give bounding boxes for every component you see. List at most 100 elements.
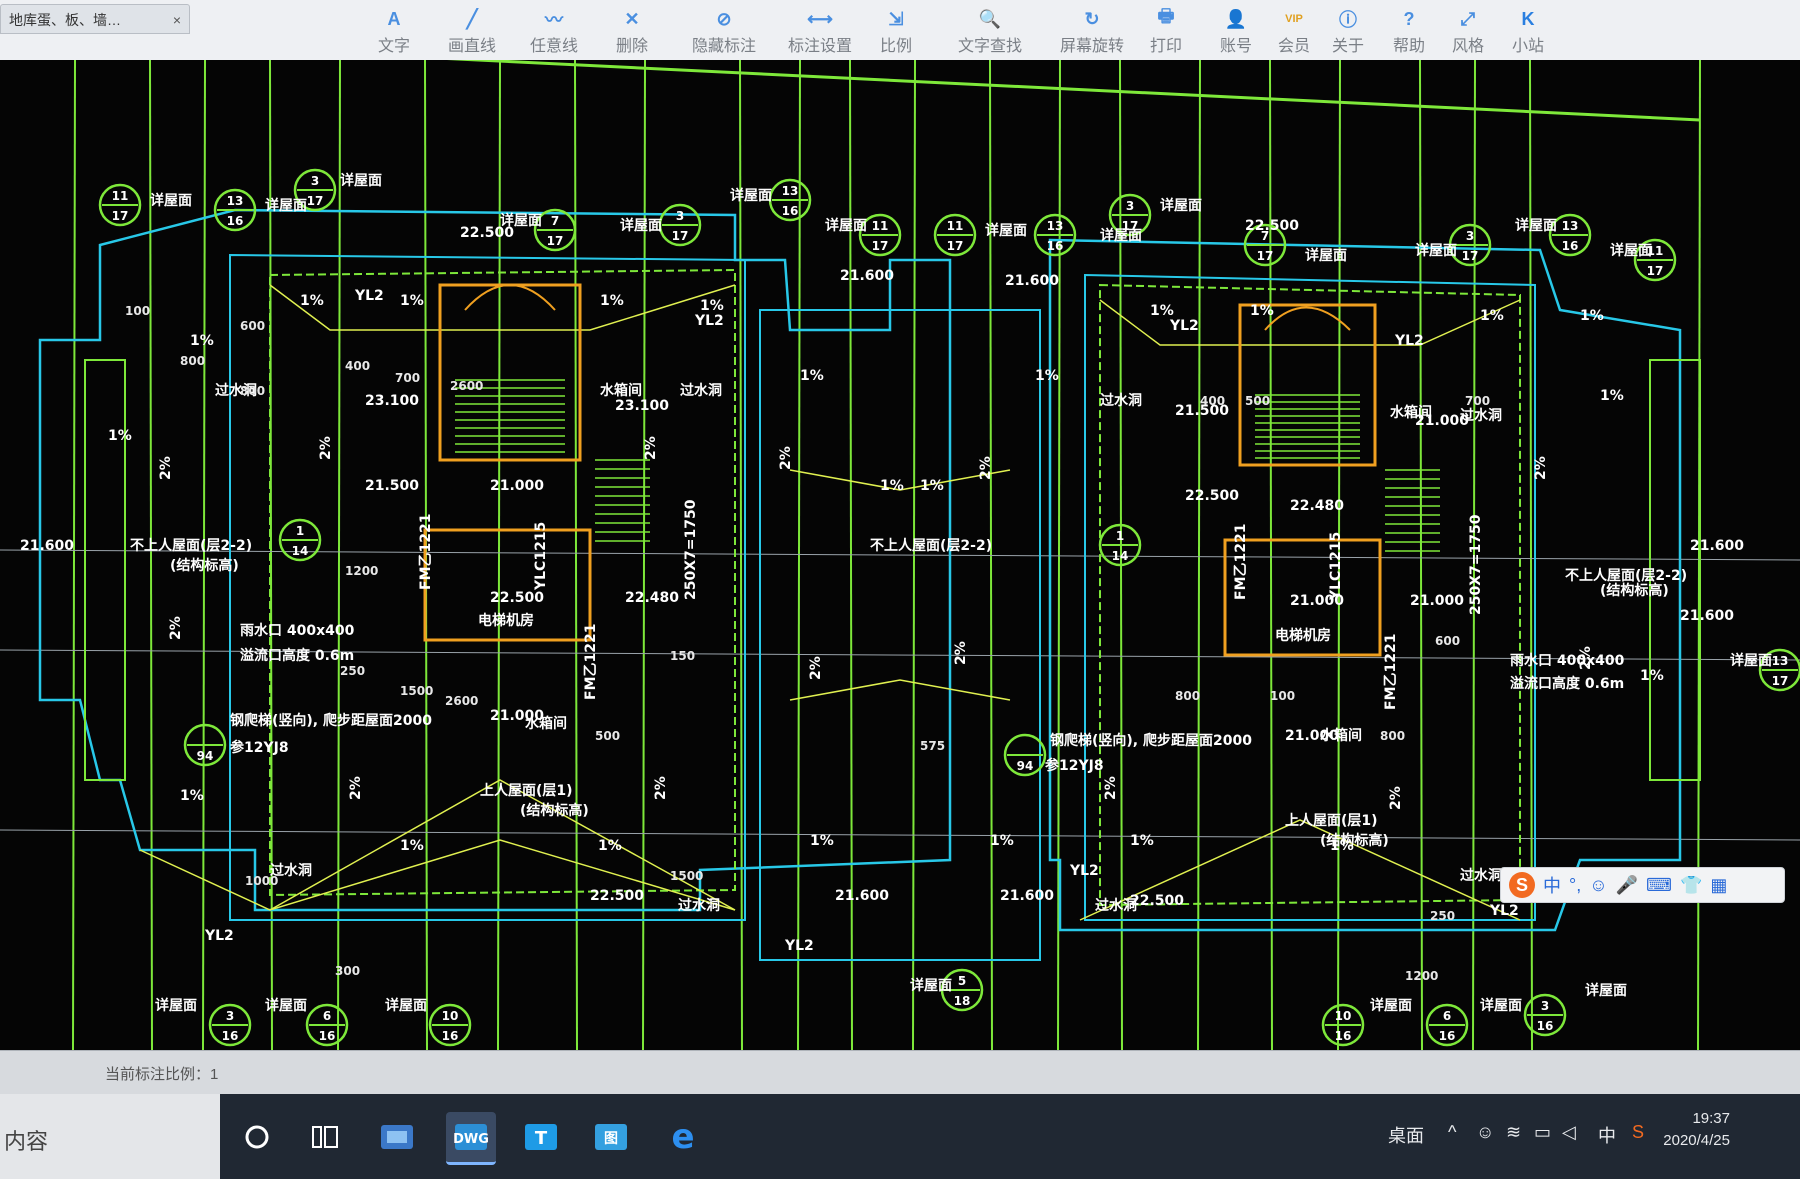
dimension-label: 300: [335, 964, 360, 978]
clock-date: 2020/4/25: [1663, 1132, 1730, 1149]
toolbar-button-print[interactable]: 🖶 打印: [1150, 0, 1182, 56]
tray-ime-language[interactable]: 中: [1598, 1122, 1616, 1148]
cad-viewer-app-icon[interactable]: DWG: [446, 1112, 496, 1165]
dimension-label: 2600: [445, 694, 478, 708]
clock[interactable]: 19:37 2020/4/25: [1663, 1108, 1730, 1152]
toolbar-button-label: 帮助: [1393, 38, 1426, 55]
slope-label: 1%: [400, 293, 424, 309]
drawing-label: 详屋面: [340, 172, 382, 189]
drawing-label: (结构标高): [520, 802, 589, 819]
detail-callout: 316: [208, 1003, 252, 1047]
slope-label: 2%: [953, 641, 969, 665]
stair-arch-left: [464, 284, 556, 311]
edge-browser-icon[interactable]: e: [658, 1112, 708, 1162]
help-icon: ?: [1403, 8, 1415, 29]
slope-label: 2%: [348, 776, 364, 800]
slope-label: 1%: [190, 333, 214, 349]
desktop-label[interactable]: 桌面: [1388, 1122, 1424, 1148]
callout-number: 3: [226, 1009, 234, 1023]
elevation-label: 22.500: [1130, 893, 1184, 909]
elevation-label: 21.600: [835, 888, 889, 904]
toolbar-button-polyline[interactable]: 〰任意线: [530, 0, 578, 56]
sogou-tray-icon[interactable]: S: [1632, 1122, 1644, 1143]
emoji-icon[interactable]: ☺: [1589, 875, 1607, 896]
dimension-label: 400: [345, 359, 370, 373]
delete-icon: ✕: [624, 8, 640, 29]
dimension-label: 800: [1175, 689, 1200, 703]
tray-overflow-icon[interactable]: ^: [1448, 1122, 1456, 1143]
toolbar-button-account[interactable]: 👤 账号: [1220, 0, 1252, 56]
svg-text:DWG: DWG: [453, 1132, 489, 1147]
toolbar-button-k-station[interactable]: K 小站: [1512, 0, 1544, 56]
callout-sheet: 16: [1439, 1029, 1456, 1043]
hide-dimension-icon: ⊘: [716, 8, 732, 29]
grid-axis-line: [497, 60, 501, 1050]
slope-label: 2%: [643, 436, 659, 460]
volume-icon[interactable]: ◁: [1562, 1122, 1576, 1143]
toolbar-button-vip[interactable]: VIP 会员: [1278, 0, 1310, 56]
microphone-icon[interactable]: 🎤: [1616, 875, 1638, 896]
status-bar: 当前标注比例：1: [0, 1050, 1800, 1095]
task-view-icon[interactable]: [300, 1112, 350, 1162]
toolbar-button-dimension-settings[interactable]: ⟷ 标注设置: [788, 0, 852, 56]
callout-sheet: 16: [319, 1029, 336, 1043]
elevation-label: 23.100: [365, 393, 419, 409]
cad-app-icon[interactable]: 图: [586, 1112, 636, 1162]
toolbar-button-line[interactable]: ╱ 画直线: [448, 0, 496, 56]
toolbar-button-info[interactable]: ⓘ 关于: [1332, 0, 1364, 56]
toolbar-button-text[interactable]: A 文字: [378, 0, 410, 56]
cortana-icon[interactable]: [232, 1112, 282, 1162]
toolbar-button-help[interactable]: ? 帮助: [1393, 0, 1425, 56]
clock-time: 19:37: [1692, 1110, 1730, 1127]
slope-label: 1%: [600, 293, 624, 309]
skin-icon[interactable]: 👕: [1680, 875, 1702, 896]
detail-callout: 1016: [1321, 1003, 1365, 1047]
callout-number: 13: [227, 194, 244, 208]
ime-language[interactable]: 中: [1543, 872, 1561, 898]
grid-axis-line: [739, 60, 743, 1050]
tray-app-icon[interactable]: ☺: [1476, 1122, 1494, 1143]
drawing-label: YL2: [1169, 318, 1199, 334]
document-tab[interactable]: 地库蛋、板、墙… ×: [0, 4, 190, 34]
toolbar-button-delete[interactable]: ✕ 删除: [616, 0, 648, 56]
callout-sheet: 17: [112, 209, 129, 223]
toolbar-button-style[interactable]: ⤢ 风格: [1452, 0, 1484, 56]
elevation-label: 21.600: [20, 538, 74, 554]
ime-toolbar[interactable]: S 中 °, ☺ 🎤 ⌨ 👕 ▦: [1500, 867, 1785, 903]
elevation-label: 21.600: [1005, 273, 1059, 289]
toolbar-button-label: 风格: [1452, 38, 1485, 55]
callout-number: 10: [442, 1009, 459, 1023]
toolbar-button-hide-dimension[interactable]: ⊘ 隐藏标注: [692, 0, 756, 56]
callout-number: 6: [1443, 1009, 1451, 1023]
slope-label: 1%: [810, 833, 834, 849]
grid-axis-line: [202, 60, 206, 1050]
drawing-label: 详屋面: [385, 997, 427, 1014]
wifi-icon[interactable]: ≋: [1506, 1122, 1521, 1143]
drawing-label: 详屋面: [825, 217, 867, 234]
toolbar-button-label: 删除: [616, 38, 649, 55]
drawing-label: 详屋面: [1585, 982, 1627, 999]
text-app-icon[interactable]: T: [516, 1112, 566, 1162]
callout-number: 3: [311, 174, 319, 188]
drawing-label: 详屋面: [150, 192, 192, 209]
close-icon[interactable]: ×: [173, 5, 181, 35]
top-grid-line: [446, 60, 1701, 122]
toolbox-icon[interactable]: ▦: [1710, 875, 1727, 896]
callout-sheet: 14: [1112, 549, 1129, 563]
dimension-label: 1500: [400, 684, 433, 698]
callout-number: 11: [112, 189, 129, 203]
image-app-icon[interactable]: [372, 1112, 422, 1162]
drawing-canvas[interactable]: 11 17 13 16 3 17 7 17 3 17 13 16 11 17 11 17 13 16 3 17 7 17 3…: [0, 60, 1800, 1050]
slope-label: 1%: [990, 833, 1014, 849]
battery-icon[interactable]: ▭: [1534, 1122, 1551, 1143]
toolbar-button-text-search[interactable]: 🔍 文字查找: [958, 0, 1022, 56]
toolbar-button-scale[interactable]: ⇲ 比例: [880, 0, 912, 56]
toolbar-button-rotate-screen[interactable]: ↻ 屏幕旋转: [1060, 0, 1124, 56]
drawing-label: 详屋面: [1730, 652, 1772, 669]
drawing-label: 详屋面: [155, 997, 197, 1014]
ime-punctuation[interactable]: °,: [1569, 875, 1581, 896]
elevation-label: 22.500: [1185, 488, 1239, 504]
keyboard-icon[interactable]: ⌨: [1646, 875, 1672, 896]
drawing-label: 溢流口高度 0.6m: [1510, 675, 1624, 692]
detail-callout: 114: [1098, 523, 1142, 567]
